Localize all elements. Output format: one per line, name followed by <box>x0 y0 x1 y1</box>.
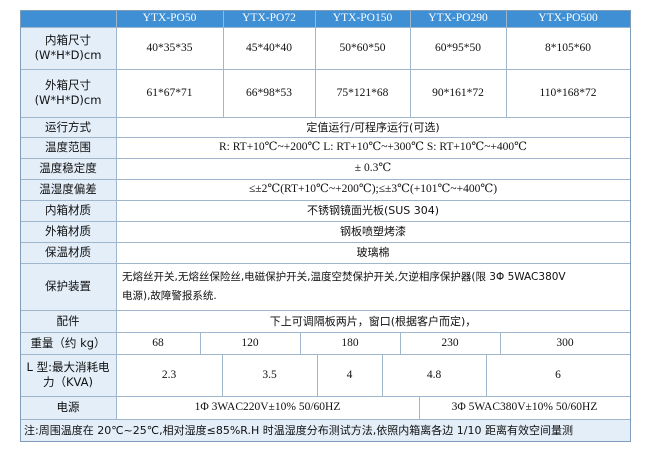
inner-size-value-4: 60*95*50 <box>410 27 506 69</box>
weight-value-2: 120 <box>200 332 300 354</box>
weight-value-1: 68 <box>116 332 200 354</box>
run-mode-value: 定值运行/可程序运行(可选) <box>116 117 630 137</box>
temp-stability-value: ± 0.3℃ <box>116 158 630 179</box>
temp-deviation-label: 温湿度偏差 <box>20 179 116 200</box>
temp-deviation-value: ≤±2℃(RT+10℃~+200℃);≤±3℃(+101℃~+400℃) <box>116 179 630 200</box>
outer-size-value-2: 66*98*53 <box>223 69 315 117</box>
power-consumption-value-2: 3.5 <box>222 354 317 396</box>
power-consumption-value-5: 6 <box>486 354 630 396</box>
inner-size-value-1: 40*35*35 <box>116 27 223 69</box>
outer-size-value-3: 75*121*68 <box>315 69 410 117</box>
accessories-label: 配件 <box>20 310 116 332</box>
accessories-value: 下上可调隔板两片，窗口(根据客户而定)， <box>116 310 630 332</box>
model-header-5: YTX-PO500 <box>506 10 630 27</box>
weight-label: 重量（约 kg） <box>20 332 116 354</box>
outer-size-label-line1: 外箱尺寸 <box>45 78 91 92</box>
power-consumption-value-4: 4.8 <box>382 354 486 396</box>
inner-size-value-3: 50*60*50 <box>315 27 410 69</box>
inner-material-label: 内箱材质 <box>20 200 116 221</box>
outer-material-label: 外箱材质 <box>20 221 116 242</box>
inner-size-label-line2: (W*H*D)cm <box>34 48 102 62</box>
inner-size-label-line1: 内箱尺寸 <box>45 33 91 47</box>
power-consumption-value-1: 2.3 <box>116 354 222 396</box>
model-header-2: YTX-PO72 <box>223 10 315 27</box>
inner-size-value-2: 45*40*40 <box>223 27 315 69</box>
inner-material-value: 不锈钢镜面光板(SUS 304) <box>116 200 630 221</box>
protection-line-1: 无熔丝开关,无熔丝保险丝,电磁保护开关,温度空焚保护开关,欠逆相序保护器(限 3… <box>122 270 566 283</box>
weight-value-4: 230 <box>400 332 500 354</box>
weight-value-3: 180 <box>300 332 400 354</box>
temp-stability-label: 温度稳定度 <box>20 158 116 179</box>
outer-size-value-1: 61*67*71 <box>116 69 223 117</box>
power-consumption-label-line2: 力（KVA) <box>42 375 94 389</box>
outer-size-label-line2: (W*H*D)cm <box>34 93 102 107</box>
model-header-4: YTX-PO290 <box>410 10 506 27</box>
run-mode-label: 运行方式 <box>20 117 116 137</box>
inner-size-label: 内箱尺寸 (W*H*D)cm <box>20 27 116 69</box>
power-supply-value-three-phase: 3Φ 5WAC380V±10% 50/60HZ <box>419 396 630 419</box>
model-header-3: YTX-PO150 <box>315 10 410 27</box>
protection-line-2: 电源),故障警报系统. <box>122 289 217 302</box>
protection-value: 无熔丝开关,无熔丝保险丝,电磁保护开关,温度空焚保护开关,欠逆相序保护器(限 3… <box>116 263 630 310</box>
outer-size-value-4: 90*161*72 <box>410 69 506 117</box>
inner-size-value-5: 8*105*60 <box>506 27 630 69</box>
outer-size-label: 外箱尺寸 (W*H*D)cm <box>20 69 116 117</box>
outer-size-value-5: 110*168*72 <box>506 69 630 117</box>
power-consumption-label-line1: L 型:最大消耗电 <box>26 360 110 374</box>
footnote: 注:周围温度在 20℃~25℃,相对湿度≤85%R.H 时温湿度分布测试方法,依… <box>20 419 630 441</box>
power-supply-value-single-phase: 1Φ 3WAC220V±10% 50/60HZ <box>116 396 419 419</box>
power-consumption-value-3: 4 <box>317 354 382 396</box>
weight-value-5: 300 <box>500 332 630 354</box>
temp-range-value: R: RT+10℃~+200℃ L: RT+10℃~+300℃ S: RT+10… <box>116 137 630 158</box>
protection-label: 保护装置 <box>20 263 116 310</box>
temp-range-label: 温度范围 <box>20 137 116 158</box>
insulation-label: 保温材质 <box>20 242 116 263</box>
header-corner <box>20 10 116 27</box>
model-header-1: YTX-PO50 <box>116 10 223 27</box>
power-consumption-label: L 型:最大消耗电 力（KVA) <box>20 354 116 396</box>
outer-material-value: 钢板喷塑烤漆 <box>116 221 630 242</box>
insulation-value: 玻璃棉 <box>116 242 630 263</box>
power-supply-label: 电源 <box>20 396 116 419</box>
